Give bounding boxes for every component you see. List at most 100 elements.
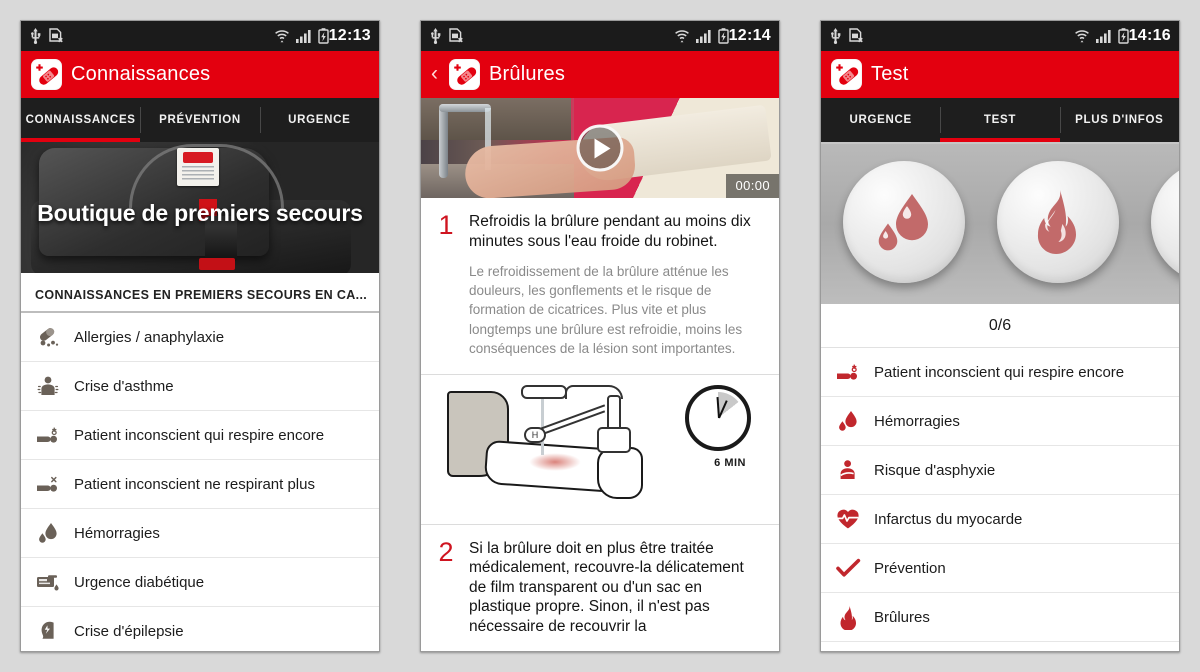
unconscious-breathing-icon xyxy=(35,422,61,448)
clock-duration-label: 6 MIN xyxy=(714,456,746,469)
pills-allergy-icon xyxy=(35,324,61,350)
battery-charging-icon xyxy=(1117,28,1129,44)
list-item[interactable]: Crise d'épilepsie xyxy=(21,607,379,651)
tab-label: TEST xyxy=(983,114,1017,126)
list-item[interactable]: Patient inconscient qui respire encore xyxy=(21,411,379,460)
step-title: Refroidis la brûlure pendant au moins di… xyxy=(469,213,751,250)
list-item-label: Urgence diabétique xyxy=(74,573,205,591)
bandage-plaster-app-icon xyxy=(449,59,480,90)
tab-bar: URGENCE TEST PLUS D'INFOS xyxy=(821,98,1179,142)
status-bar-right-icons xyxy=(674,28,729,44)
list-item-label: Patient inconscient ne respirant plus xyxy=(74,475,315,493)
play-button-icon[interactable] xyxy=(576,124,624,172)
signal-bars-icon xyxy=(295,29,312,43)
usb-icon xyxy=(29,28,42,44)
list-item[interactable]: Prévention xyxy=(821,544,1179,593)
screenshot-stage: 12:13 Connaissances CONNAISSANCES PRÉVEN… xyxy=(0,0,1200,672)
list-item[interactable]: Risque d'asphyxie xyxy=(821,446,1179,495)
usb-icon xyxy=(829,28,842,44)
wifi-icon xyxy=(274,29,290,44)
step-title: Si la brûlure doit en plus être traitée … xyxy=(469,539,744,635)
list-item-label: Hémorragies xyxy=(74,524,160,542)
hero-banner-boutique[interactable]: Boutique de premiers secours xyxy=(21,142,379,273)
bandage-plaster-app-icon xyxy=(31,59,62,90)
tab-urgence[interactable]: URGENCE xyxy=(821,98,940,142)
list-item[interactable]: Infarctus du myocarde xyxy=(821,495,1179,544)
status-bar-right-icons xyxy=(1074,28,1129,44)
no-sim-card-icon xyxy=(49,28,64,44)
list-item-label: Allergies / anaphylaxie xyxy=(74,328,225,346)
battery-charging-icon xyxy=(317,28,329,44)
wifi-icon xyxy=(1074,29,1090,44)
status-bar-left-icons xyxy=(29,28,64,44)
tab-label: URGENCE xyxy=(849,114,912,126)
tab-label: PLUS D'INFOS xyxy=(1075,114,1164,126)
tab-label: PRÉVENTION xyxy=(159,114,241,126)
bandage-plaster-app-icon xyxy=(831,59,862,90)
list-item-label: Crise d'épilepsie xyxy=(74,622,184,640)
list-item-label: Risque d'asphyxie xyxy=(874,461,996,479)
checkmark-icon xyxy=(835,555,861,581)
knowledge-list: Allergies / anaphylaxie Crise d'asthme P… xyxy=(21,313,379,651)
app-bar: Connaissances xyxy=(21,51,379,100)
tap-knob-label: H xyxy=(524,426,546,443)
tab-prevention[interactable]: PRÉVENTION xyxy=(140,98,259,142)
step-description: Le refroidissement de la brûlure atténue… xyxy=(469,264,743,356)
epilepsy-head-icon xyxy=(35,618,61,644)
phone-screen-brulures: 12:14 ‹ Brûlures 00:00 1 Refroidis la br… xyxy=(420,20,780,652)
no-sim-card-icon xyxy=(849,28,864,44)
chevron-left-icon[interactable]: ‹ xyxy=(431,63,445,84)
step-body: Si la brûlure doit en plus être traitée … xyxy=(469,539,765,637)
step-number: 1 xyxy=(438,210,454,240)
list-item-label: Hémorragies xyxy=(874,412,960,430)
blood-drop-icon xyxy=(835,408,861,434)
asthma-person-icon xyxy=(35,373,61,399)
heart-pulse-icon xyxy=(835,506,861,532)
clock-icon xyxy=(685,384,751,451)
list-item[interactable]: Patient inconscient ne respirant plus xyxy=(21,460,379,509)
step-block-1: 1 Refroidis la brûlure pendant au moins … xyxy=(421,198,779,375)
tab-label: CONNAISSANCES xyxy=(25,114,136,126)
list-item-label: Crise d'asthme xyxy=(74,377,174,395)
tab-plus-dinfos[interactable]: PLUS D'INFOS xyxy=(1059,98,1179,142)
tab-bar: CONNAISSANCES PRÉVENTION URGENCE xyxy=(21,98,379,142)
signal-bars-icon xyxy=(1095,29,1112,43)
tab-label: URGENCE xyxy=(288,114,351,126)
page-title: Connaissances xyxy=(71,63,211,85)
list-item[interactable]: Hémorragies xyxy=(21,509,379,558)
video-scene-faucet-spout xyxy=(439,104,491,112)
test-list: Patient inconscient qui respire encore H… xyxy=(821,348,1179,642)
unconscious-breathing-icon xyxy=(835,359,861,385)
blood-drop-badge-icon[interactable] xyxy=(843,161,965,283)
list-item[interactable]: Crise d'asthme xyxy=(21,362,379,411)
page-title: Brûlures xyxy=(489,63,566,85)
unconscious-not-breathing-icon xyxy=(35,471,61,497)
video-player[interactable]: 00:00 xyxy=(421,98,779,198)
list-item[interactable]: Urgence diabétique xyxy=(21,558,379,607)
status-bar-clock: 14:16 xyxy=(1128,27,1171,44)
list-item[interactable]: Hémorragies xyxy=(821,397,1179,446)
list-item[interactable]: Brûlures xyxy=(821,593,1179,642)
status-bar-clock: 12:14 xyxy=(728,27,771,44)
status-bar-right-icons xyxy=(274,28,329,44)
tab-test[interactable]: TEST xyxy=(940,98,1060,142)
test-progress-counter: 0/6 xyxy=(821,304,1179,348)
asphyxia-person-icon xyxy=(835,457,861,483)
flame-badge-icon[interactable] xyxy=(997,161,1119,283)
video-timestamp: 00:00 xyxy=(726,174,779,198)
status-bar-left-icons xyxy=(429,28,464,44)
tab-connaissances[interactable]: CONNAISSANCES xyxy=(21,98,141,142)
list-item[interactable]: Patient inconscient qui respire encore xyxy=(821,348,1179,397)
list-item-label: Patient inconscient qui respire encore xyxy=(874,363,1125,381)
blood-drop-icon xyxy=(35,520,61,546)
battery-charging-icon xyxy=(717,28,729,44)
list-item-label: Brûlures xyxy=(874,608,930,626)
list-item-label: Prévention xyxy=(874,559,946,577)
partial-badge-icon[interactable] xyxy=(1151,161,1179,283)
tab-urgence[interactable]: URGENCE xyxy=(259,98,379,142)
status-bar-left-icons xyxy=(829,28,864,44)
app-bar: ‹ Brûlures xyxy=(421,51,779,100)
list-item[interactable]: Allergies / anaphylaxie xyxy=(21,313,379,362)
badge-carousel[interactable] xyxy=(821,144,1179,304)
wifi-icon xyxy=(674,29,690,44)
